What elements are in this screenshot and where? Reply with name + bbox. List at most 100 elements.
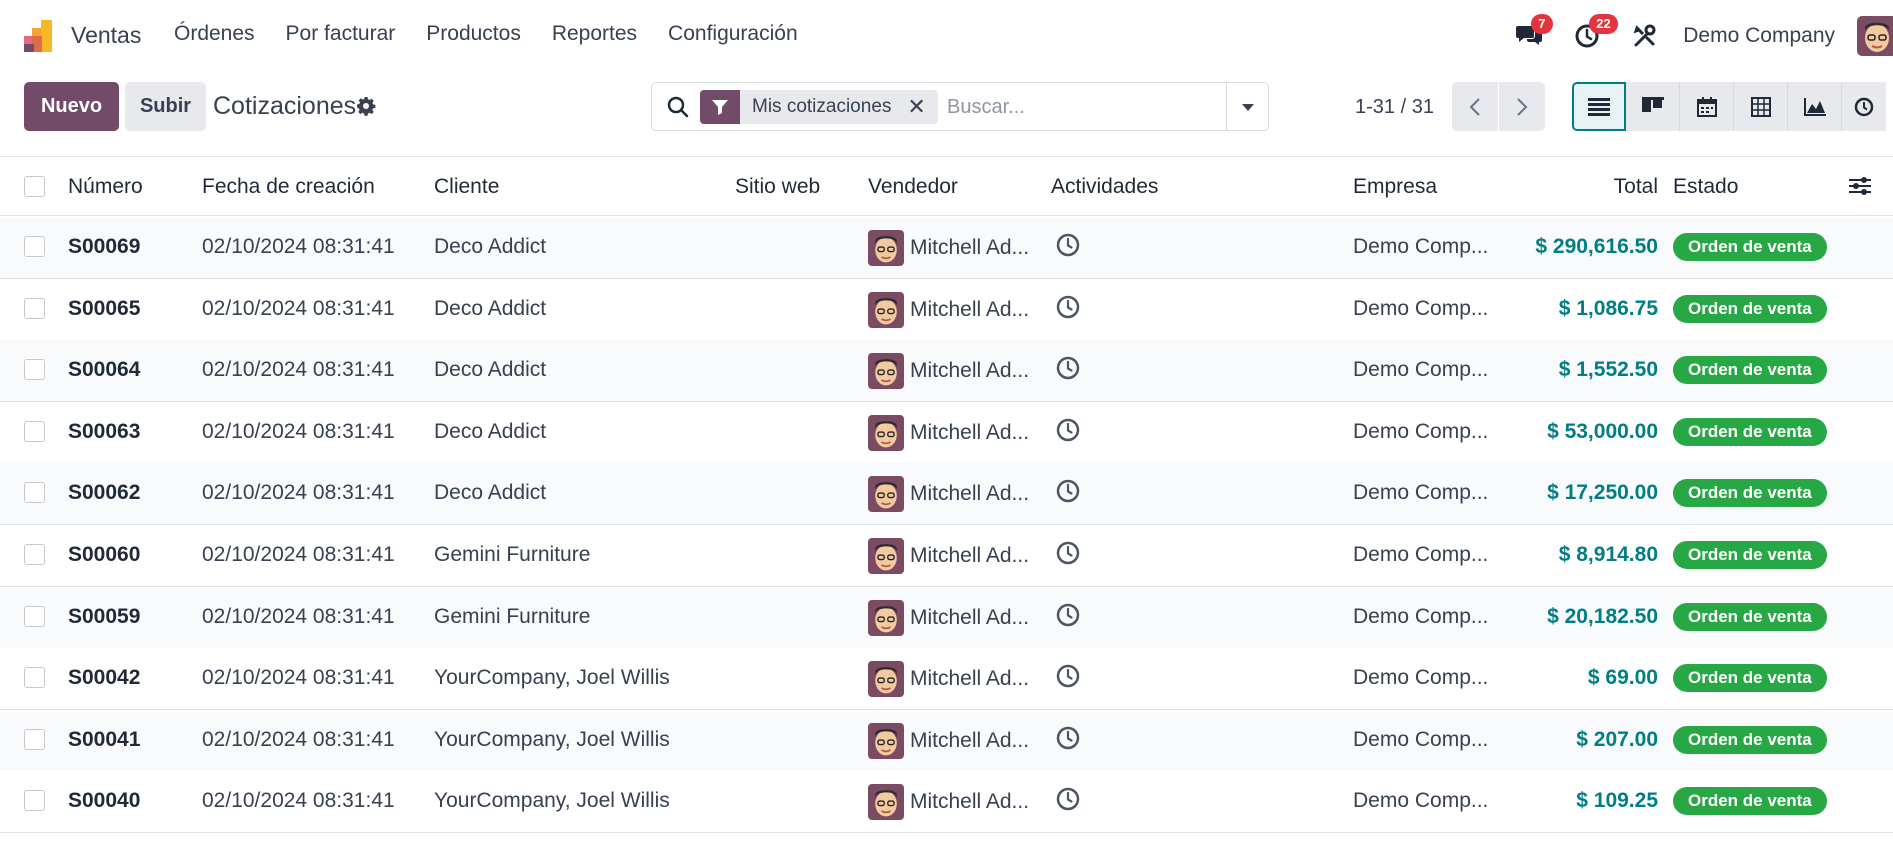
cell-total: $ 1,552.50 (1558, 358, 1658, 382)
kanban-view-button[interactable] (1626, 82, 1680, 131)
activity-clock-icon[interactable] (1055, 232, 1081, 264)
table-row[interactable]: S00059 02/10/2024 08:31:41 Gemini Furnit… (0, 586, 1893, 649)
row-checkbox[interactable] (24, 359, 45, 381)
activity-view-button[interactable] (1842, 82, 1886, 131)
table-row[interactable]: S00069 02/10/2024 08:31:41 Deco Addict M… (0, 217, 1893, 279)
activity-clock-icon[interactable] (1055, 417, 1081, 449)
activity-clock-icon[interactable] (1055, 294, 1081, 326)
column-header-company[interactable]: Empresa (1353, 175, 1437, 199)
row-checkbox[interactable] (24, 790, 45, 812)
cell-number: S00063 (68, 419, 141, 443)
activity-clock-icon[interactable] (1055, 478, 1081, 510)
table-row[interactable]: S00042 02/10/2024 08:31:41 YourCompany, … (0, 648, 1893, 711)
cell-number: S00069 (68, 235, 141, 258)
column-header-website[interactable]: Sitio web (735, 175, 820, 199)
menu-item-reports[interactable]: Reportes (552, 22, 637, 46)
calendar-view-icon (1696, 96, 1717, 117)
row-checkbox[interactable] (24, 605, 45, 627)
salesperson-name: Mitchell Ad... (910, 667, 1030, 691)
pager-value[interactable]: 1-31 / 31 (1355, 96, 1434, 119)
activity-clock-icon[interactable] (1055, 786, 1081, 818)
salesperson-name: Mitchell Ad... (910, 236, 1030, 259)
table-row[interactable]: S00063 02/10/2024 08:31:41 Deco Addict M… (0, 401, 1893, 464)
menu-item-products[interactable]: Productos (426, 22, 521, 46)
activity-clock-icon[interactable] (1055, 663, 1081, 695)
salesperson-avatar-icon (868, 230, 904, 266)
table-row[interactable]: S00064 02/10/2024 08:31:41 Deco Addict M… (0, 340, 1893, 403)
activity-clock-icon[interactable] (1055, 540, 1081, 572)
row-checkbox[interactable] (24, 667, 45, 689)
new-button[interactable]: Nuevo (24, 82, 119, 131)
select-all-checkbox[interactable] (24, 176, 45, 197)
table-row[interactable]: S00041 02/10/2024 08:31:41 YourCompany, … (0, 709, 1893, 772)
debug-button[interactable] (1625, 16, 1665, 56)
user-avatar[interactable] (1857, 16, 1893, 56)
cell-total: $ 1,086.75 (1558, 296, 1658, 320)
table-row[interactable]: S00065 02/10/2024 08:31:41 Deco Addict M… (0, 278, 1893, 341)
graph-view-icon (1803, 97, 1826, 116)
cell-salesperson: Mitchell Ad... (868, 353, 1029, 390)
cell-salesperson: Mitchell Ad... (868, 414, 1029, 451)
table-row[interactable]: S00060 02/10/2024 08:31:41 Gemini Furnit… (0, 525, 1893, 587)
calendar-view-button[interactable] (1680, 82, 1734, 131)
chevron-right-icon (1517, 97, 1528, 116)
cell-created: 02/10/2024 08:31:41 (202, 666, 395, 690)
cell-created: 02/10/2024 08:31:41 (202, 481, 395, 505)
column-header-state[interactable]: Estado (1673, 175, 1738, 199)
column-header-created[interactable]: Fecha de creación (202, 175, 375, 199)
cell-number: S00065 (68, 296, 141, 320)
menu-item-orders[interactable]: Órdenes (174, 22, 255, 46)
salesperson-avatar-icon (868, 784, 904, 821)
table-row[interactable]: S00040 02/10/2024 08:31:41 YourCompany, … (0, 771, 1893, 834)
column-header-customer[interactable]: Cliente (434, 175, 499, 199)
search-icon[interactable] (666, 95, 690, 119)
menu-item-to-invoice[interactable]: Por facturar (286, 22, 396, 46)
cell-company: Demo Comp... (1353, 296, 1489, 320)
company-switcher[interactable]: Demo Company (1683, 24, 1835, 48)
search-bar: Mis cotizaciones ✕ (651, 82, 1269, 131)
activity-clock-icon[interactable] (1055, 602, 1081, 634)
menu-item-configuration[interactable]: Configuración (668, 22, 798, 46)
column-settings-icon[interactable] (1849, 176, 1871, 196)
activity-clock-icon[interactable] (1055, 355, 1081, 387)
app-name[interactable]: Ventas (71, 22, 141, 49)
cell-salesperson: Mitchell Ad... (868, 230, 1029, 266)
activities-button[interactable]: 22 (1567, 14, 1618, 56)
control-panel: Nuevo Subir Cotizaciones Mis cotizacione… (0, 72, 1893, 156)
activity-clock-icon[interactable] (1055, 725, 1081, 757)
search-options-toggle[interactable] (1226, 83, 1268, 130)
list-view-icon (1588, 97, 1610, 116)
row-checkbox[interactable] (24, 297, 45, 319)
cell-company: Demo Comp... (1353, 727, 1489, 751)
pager-previous-button[interactable] (1452, 82, 1498, 131)
list-view-button[interactable] (1572, 82, 1626, 131)
quotations-list: Número Fecha de creación Cliente Sitio w… (0, 156, 1893, 843)
app-logo-icon[interactable] (22, 18, 58, 54)
cell-salesperson: Mitchell Ad... (868, 476, 1029, 513)
search-input[interactable] (947, 91, 1217, 123)
column-header-activities[interactable]: Actividades (1051, 175, 1158, 199)
row-checkbox[interactable] (24, 420, 45, 442)
gear-icon[interactable] (356, 96, 376, 116)
column-header-salesperson[interactable]: Vendedor (868, 175, 958, 199)
pivot-view-button[interactable] (1734, 82, 1788, 131)
row-checkbox[interactable] (24, 728, 45, 750)
search-facet: Mis cotizaciones ✕ (700, 90, 938, 124)
facet-remove-icon[interactable]: ✕ (903, 90, 937, 124)
graph-view-button[interactable] (1788, 82, 1842, 131)
cell-total: $ 53,000.00 (1547, 419, 1658, 443)
column-header-total[interactable]: Total (1614, 175, 1658, 199)
row-checkbox[interactable] (24, 544, 45, 565)
cell-number: S00059 (68, 604, 141, 628)
cell-total: $ 69.00 (1587, 666, 1658, 690)
upload-button[interactable]: Subir (125, 82, 206, 131)
column-header-number[interactable]: Número (68, 175, 143, 199)
cell-salesperson: Mitchell Ad... (868, 722, 1029, 759)
messages-button[interactable]: 7 (1509, 14, 1553, 56)
row-checkbox[interactable] (24, 482, 45, 504)
cell-company: Demo Comp... (1353, 666, 1489, 690)
row-checkbox[interactable] (24, 236, 45, 257)
table-row[interactable]: S00062 02/10/2024 08:31:41 Deco Addict M… (0, 463, 1893, 526)
table-header: Número Fecha de creación Cliente Sitio w… (0, 157, 1893, 216)
pager-next-button[interactable] (1499, 82, 1545, 131)
